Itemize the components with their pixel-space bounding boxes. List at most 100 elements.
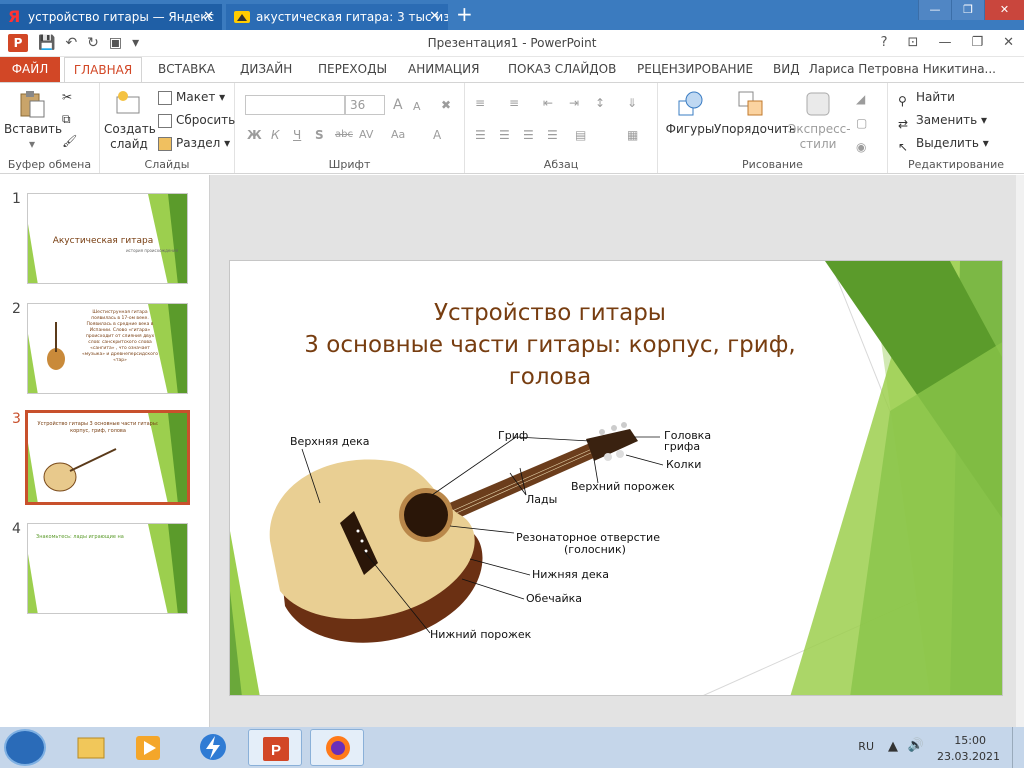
browser-tab-images[interactable]: акустическая гитара: 3 тыс изо ✕: [226, 4, 448, 30]
reset-button[interactable]: Сбросить: [158, 110, 235, 130]
font-color-button[interactable]: A: [433, 125, 441, 145]
slide-thumbnail-1[interactable]: Акустическая гитара история происхождени…: [27, 193, 188, 284]
clock-time[interactable]: 15:00: [954, 734, 986, 747]
help-icon[interactable]: ?: [881, 35, 888, 50]
layout-button[interactable]: Макет ▾: [158, 87, 225, 107]
underline-button[interactable]: Ч: [293, 125, 301, 145]
tab-transitions[interactable]: ПЕРЕХОДЫ: [318, 57, 387, 82]
copy-icon[interactable]: ⧉: [62, 109, 71, 129]
current-slide[interactable]: Устройство гитары 3 основные части гитар…: [229, 260, 1003, 696]
text-direction-icon[interactable]: ⇓: [627, 93, 637, 113]
document-title: Презентация1 - PowerPoint: [427, 36, 597, 50]
strikethrough-button[interactable]: abc: [335, 125, 353, 145]
tab-home[interactable]: ГЛАВНАЯ: [64, 57, 142, 82]
tab-animation[interactable]: АНИМАЦИЯ: [408, 57, 479, 82]
taskbar-explorer[interactable]: [64, 729, 118, 766]
quick-styles-button[interactable]: Экспресс-стили: [788, 89, 851, 152]
work-area: 1 Акустическая гитара история происхожде…: [0, 175, 1024, 727]
shape-effects-icon[interactable]: ◉: [856, 137, 866, 157]
new-tab-button[interactable]: +: [456, 2, 473, 26]
taskbar-powerpoint[interactable]: P: [248, 729, 302, 766]
thumbnail-text: Устройство гитары 3 основные части гитар…: [37, 421, 159, 434]
media-player-icon: [136, 736, 160, 760]
group-label: Абзац: [543, 158, 579, 171]
align-right-icon[interactable]: ☰: [523, 125, 534, 145]
italic-button[interactable]: К: [271, 125, 280, 145]
paste-button[interactable]: Вставить ▾: [4, 89, 62, 152]
taskbar-media-player[interactable]: [122, 729, 176, 766]
slide-thumbnail-4[interactable]: Знакомьтесь: лады играющие на: [27, 523, 188, 614]
minimize-app-button[interactable]: —: [938, 35, 951, 50]
browser-tab-yandex[interactable]: Я устройство гитары — Яндекс ✕: [0, 4, 222, 30]
taskbar-app-bolt[interactable]: [186, 729, 240, 766]
bullets-icon[interactable]: ≡: [475, 93, 485, 113]
arrange-button[interactable]: Упорядочить: [714, 89, 796, 137]
section-button[interactable]: Раздел ▾: [158, 133, 230, 153]
shrink-font-button[interactable]: A: [413, 97, 421, 117]
user-account[interactable]: Лариса Петровна Никитина...: [809, 57, 996, 82]
close-tab-icon[interactable]: ✕: [203, 4, 214, 30]
shadow-button[interactable]: S: [315, 125, 324, 145]
increase-indent-icon[interactable]: ⇥: [569, 93, 579, 113]
line-spacing-icon[interactable]: ↕: [595, 93, 605, 113]
align-center-icon[interactable]: ☰: [499, 125, 510, 145]
new-slide-button[interactable]: Создать слайд: [104, 89, 156, 152]
clock-date[interactable]: 23.03.2021: [937, 750, 1000, 763]
select-button[interactable]: ↖ Выделить ▾: [898, 133, 989, 154]
smartart-icon[interactable]: ▦: [627, 125, 638, 145]
volume-icon[interactable]: 🔊: [908, 738, 924, 753]
taskbar-firefox[interactable]: [310, 729, 364, 766]
start-button[interactable]: [4, 729, 46, 766]
group-editing: ⚲ Найти ⇄ Заменить ▾ ↖ Выделить ▾ Редактиро…: [888, 83, 1024, 173]
justify-icon[interactable]: ☰: [547, 125, 558, 145]
label-sides: Обечайка: [526, 592, 582, 605]
ribbon-display-options-icon[interactable]: ⊡: [908, 35, 919, 50]
tab-review[interactable]: РЕЦЕНЗИРОВАНИЕ: [637, 57, 753, 82]
restore-window-button[interactable]: ❐: [951, 0, 984, 20]
change-case-button[interactable]: Aa: [391, 125, 405, 145]
numbering-icon[interactable]: ≡: [509, 93, 519, 113]
label-frets: Лады: [526, 493, 558, 506]
yandex-icon: Я: [8, 7, 21, 26]
cut-icon[interactable]: ✂: [62, 87, 72, 107]
columns-icon[interactable]: ▤: [575, 125, 586, 145]
tab-file[interactable]: ФАЙЛ: [0, 57, 60, 82]
slide-title[interactable]: Устройство гитары 3 основные части гитар…: [250, 297, 850, 393]
character-spacing-button[interactable]: AV: [359, 125, 373, 145]
vertical-scrollbar[interactable]: [1016, 175, 1024, 727]
thumbnail-number: 2: [12, 301, 21, 317]
thumbnail-text: Шестиструнная гитара появилась в 17-ом в…: [81, 310, 158, 363]
grow-font-button[interactable]: A: [393, 95, 403, 115]
shape-fill-icon[interactable]: ◢: [856, 89, 865, 109]
language-indicator[interactable]: RU: [858, 740, 874, 753]
cursor-icon: ↖: [898, 139, 909, 154]
tab-slideshow[interactable]: ПОКАЗ СЛАЙДОВ: [508, 57, 616, 82]
find-button[interactable]: ⚲ Найти: [898, 87, 955, 108]
slide-thumbnail-3[interactable]: Устройство гитары 3 основные части гитар…: [25, 410, 190, 505]
bold-button[interactable]: Ж: [247, 125, 262, 145]
restore-app-button[interactable]: ❐: [971, 35, 983, 50]
taskbar: P RU ▲ 🔊 15:00 23.03.2021: [0, 727, 1024, 768]
close-window-button[interactable]: ✕: [984, 0, 1024, 20]
shapes-button[interactable]: Фигуры: [664, 89, 716, 137]
shape-outline-icon[interactable]: ▢: [856, 113, 867, 133]
group-label: Редактирование: [908, 158, 1004, 171]
show-desktop-button[interactable]: [1012, 727, 1024, 768]
replace-button[interactable]: ⇄ Заменить ▾: [898, 110, 987, 131]
close-app-button[interactable]: ✕: [1003, 35, 1014, 50]
group-slides: Создать слайд Макет ▾ Сбросить Раздел ▾ …: [100, 83, 235, 173]
minimize-window-button[interactable]: —: [918, 0, 951, 20]
binoculars-icon: ⚲: [898, 93, 907, 108]
format-painter-icon[interactable]: 🖌: [62, 131, 77, 151]
slide-thumbnail-2[interactable]: Шестиструнная гитара появилась в 17-ом в…: [27, 303, 188, 394]
font-size-input[interactable]: 36: [345, 95, 385, 115]
tab-insert[interactable]: ВСТАВКА: [158, 57, 215, 82]
font-name-input[interactable]: [245, 95, 345, 115]
clear-formatting-icon[interactable]: ✖: [441, 95, 451, 115]
tray-arrow-icon[interactable]: ▲: [888, 739, 898, 754]
close-tab-icon[interactable]: ✕: [429, 4, 440, 30]
decrease-indent-icon[interactable]: ⇤: [543, 93, 553, 113]
align-left-icon[interactable]: ☰: [475, 125, 486, 145]
tab-design[interactable]: ДИЗАЙН: [240, 57, 292, 82]
tab-view[interactable]: ВИД: [773, 57, 800, 82]
